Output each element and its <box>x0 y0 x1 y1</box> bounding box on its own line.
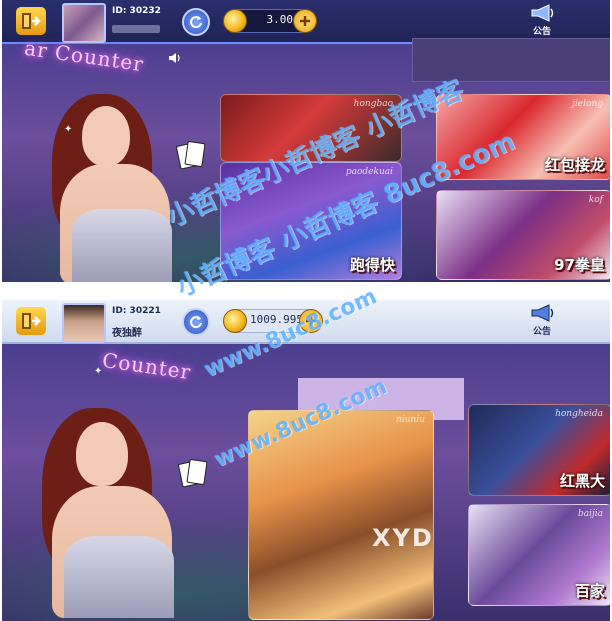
game-tag: niuniu <box>396 415 425 425</box>
gold-coin-icon <box>223 9 247 33</box>
notice-button[interactable]: 公告 <box>522 3 562 39</box>
game-label: 百家 <box>574 582 605 600</box>
nickname: 夜独醉 <box>112 328 142 339</box>
gold-coin-icon <box>223 309 247 333</box>
coin-balance: 1009.995 <box>223 309 323 333</box>
refresh-icon <box>190 316 202 329</box>
game-tile-niuniu[interactable]: niuniu <box>248 410 434 620</box>
game-tag: baijia <box>577 509 603 519</box>
lobby-scene: Counter ✦ niuniu hongheida 红黑大 baijia 百家… <box>2 344 610 621</box>
add-coins-button[interactable] <box>299 309 323 333</box>
megaphone-icon <box>531 4 554 22</box>
notice-button[interactable]: 公告 <box>522 303 562 339</box>
notice-label: 公告 <box>532 327 551 337</box>
game-tag: jielong <box>572 99 603 109</box>
megaphone-icon <box>531 304 554 322</box>
exit-door-icon <box>22 313 41 329</box>
bottom-lobby-screenshot: ID: 30221 夜独醉 1009.995 公告 Counter ✦ niun… <box>2 300 610 621</box>
user-id: ID: 30221 <box>112 306 161 316</box>
game-tile-hongheida[interactable]: hongheida 红黑大 <box>468 404 610 496</box>
game-label: 红包接龙 <box>544 156 605 174</box>
notice-label: 公告 <box>532 27 551 37</box>
coin-value: 3.00 <box>266 13 294 26</box>
plus-icon <box>300 16 310 26</box>
bottom-header-bar: ID: 30221 夜独醉 1009.995 公告 <box>2 300 610 344</box>
add-coins-button[interactable] <box>293 9 317 33</box>
exit-door-icon <box>22 13 41 29</box>
sparkle-icon: ✦ <box>94 366 103 377</box>
avatar[interactable] <box>62 303 106 343</box>
refresh-icon <box>190 16 202 29</box>
game-tag: hongheida <box>555 409 603 419</box>
dealer-illustration <box>42 94 206 282</box>
lobby-scene: ar Counter ✦ hongbao paodekuai 跑得快 jielo… <box>2 36 610 282</box>
game-tile-jielong[interactable]: jielong 红包接龙 <box>436 94 610 180</box>
game-label: 跑得快 <box>349 256 395 274</box>
user-id: ID: 30232 <box>112 6 161 16</box>
plus-icon <box>306 316 316 326</box>
sparkle-icon: ✦ <box>64 124 73 135</box>
avatar[interactable] <box>62 3 106 43</box>
exit-button[interactable] <box>16 7 46 35</box>
coin-value: 1009.995 <box>250 313 303 326</box>
game-label: 红黑大 <box>559 472 605 490</box>
speaker-icon[interactable] <box>168 52 182 64</box>
game-tag: paodekuai <box>345 167 393 177</box>
coin-balance: 3.00 <box>223 9 317 33</box>
dealer-illustration <box>32 408 208 618</box>
game-tile-paodekuai[interactable]: paodekuai 跑得快 <box>220 162 402 280</box>
game-tag: hongbao <box>353 99 393 109</box>
refresh-button[interactable] <box>182 8 210 36</box>
overlay-watermark-text: XYD <box>372 524 434 552</box>
exit-button[interactable] <box>16 307 46 335</box>
counter-neon-sign: Counter <box>100 347 193 385</box>
top-lobby-screenshot: ID: 30232 3.00 公告 ar Counter ✦ hongbao p… <box>2 0 610 282</box>
game-tile-baijia[interactable]: baijia 百家 <box>468 504 610 606</box>
blurred-nickname <box>112 25 160 33</box>
game-tile-kof[interactable]: kof 97拳皇 <box>436 190 610 280</box>
game-label: 97拳皇 <box>554 256 605 274</box>
redacted-area <box>412 38 610 82</box>
refresh-button[interactable] <box>182 308 210 336</box>
game-tile-hongbao[interactable]: hongbao <box>220 94 402 162</box>
game-tag: kof <box>588 195 603 205</box>
